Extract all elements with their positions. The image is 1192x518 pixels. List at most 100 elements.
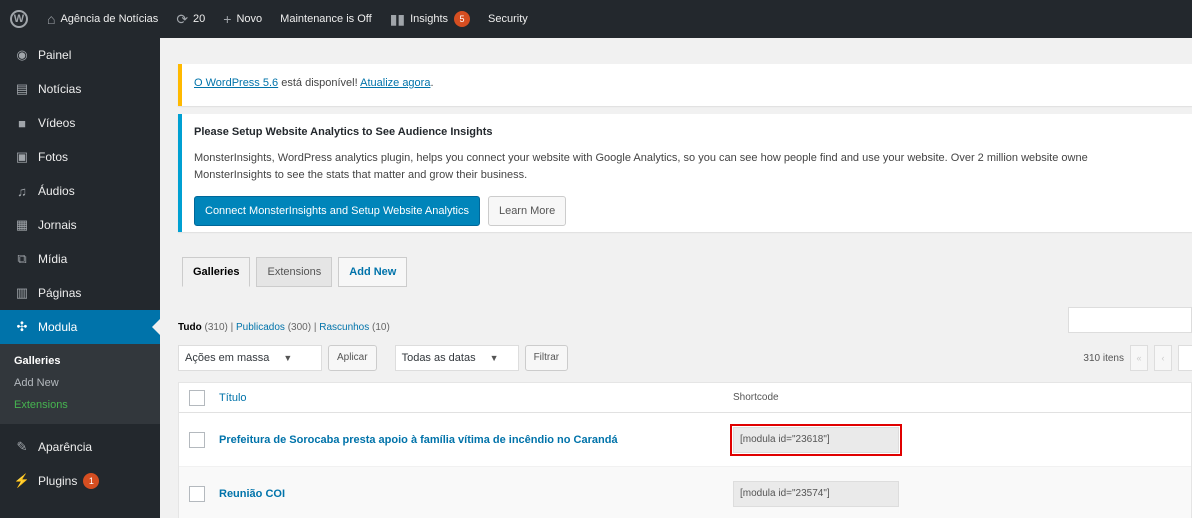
- sidebar-item-label: Áudios: [38, 184, 75, 198]
- add-new-button[interactable]: Add New: [338, 257, 408, 287]
- sidebar-item-aparencia[interactable]: ✎ Aparência: [0, 430, 160, 464]
- site-name-link[interactable]: ⌂ Agência de Notícias: [38, 0, 167, 38]
- insights-badge: 5: [454, 11, 471, 27]
- sidebar-item-label: Fotos: [38, 150, 69, 164]
- table-row: Prefeitura de Sorocaba presta apoio à fa…: [179, 413, 1191, 467]
- row-checkbox[interactable]: [189, 485, 205, 502]
- update-text: está disponível!: [278, 77, 361, 89]
- new-content-link[interactable]: + Novo: [214, 0, 271, 38]
- table-header: Título Shortcode: [179, 383, 1191, 413]
- gallery-title-link[interactable]: Reunião COI: [219, 488, 733, 500]
- insights-link[interactable]: ▮▮ Insights 5: [381, 0, 479, 38]
- security-label: Security: [488, 13, 528, 25]
- tab-galleries[interactable]: Galleries: [182, 257, 251, 287]
- update-now-link[interactable]: Atualize agora: [360, 77, 430, 89]
- analytics-notice-line1: MonsterInsights, WordPress analytics plu…: [194, 152, 1088, 164]
- wordpress-version-link[interactable]: O WordPress 5.6: [194, 77, 278, 89]
- first-page-button[interactable]: «: [1130, 345, 1148, 371]
- table-row: Reunião COI [modula id="23574"]: [179, 467, 1191, 518]
- gallery-title-link[interactable]: Prefeitura de Sorocaba presta apoio à fa…: [219, 434, 733, 446]
- dashboard-icon: ◉: [16, 47, 28, 62]
- current-page-input[interactable]: [1178, 345, 1192, 371]
- filter-all-count: (310): [204, 322, 228, 333]
- plus-icon: +: [223, 11, 232, 27]
- bar-chart-icon: ▮▮: [389, 10, 406, 27]
- admin-bar: W ⌂ Agência de Notícias ⟳ 20 + Novo Main…: [0, 0, 1192, 38]
- chevron-down-icon: ▼: [283, 353, 293, 363]
- analytics-notice-line2: MonsterInsights to see the stats that ma…: [194, 169, 528, 181]
- pages-icon: ▥: [15, 285, 29, 300]
- sidebar-item-label: Jornais: [38, 218, 77, 232]
- date-filter-value: Todas as datas: [401, 352, 476, 364]
- apply-button[interactable]: Aplicar: [328, 345, 377, 371]
- sidebar-item-paginas[interactable]: ▥ Páginas: [0, 276, 160, 310]
- plugins-badge: 1: [83, 473, 100, 489]
- maintenance-label: Maintenance is Off: [280, 13, 372, 25]
- bulk-actions-value: Ações em massa: [185, 352, 270, 364]
- search-input[interactable]: [1068, 307, 1192, 333]
- main-content: O WordPress 5.6 está disponível! Atualiz…: [178, 38, 1192, 518]
- connect-monsterinsights-button[interactable]: Connect MonsterInsights and Setup Websit…: [194, 196, 480, 226]
- filter-button[interactable]: Filtrar: [524, 345, 569, 371]
- wordpress-logo-icon[interactable]: W: [0, 0, 38, 38]
- appearance-icon: ✎: [16, 439, 28, 454]
- shortcode-field[interactable]: [modula id="23618"]: [730, 423, 902, 456]
- posts-icon: ▤: [15, 81, 29, 96]
- analytics-notice-title: Please Setup Website Analytics to See Au…: [194, 126, 493, 138]
- media-icon: ⧉: [17, 251, 27, 266]
- filter-all[interactable]: Tudo: [178, 322, 202, 333]
- prev-page-button[interactable]: ‹: [1154, 345, 1172, 371]
- new-label: Novo: [236, 13, 263, 25]
- sidebar-item-videos[interactable]: ■ Vídeos: [0, 106, 160, 140]
- sidebar-item-label: Páginas: [38, 286, 82, 300]
- table-nav: Ações em massa ▼ Aplicar Todas as datas …: [178, 342, 1192, 374]
- sidebar-item-label: Painel: [38, 48, 72, 62]
- maintenance-link[interactable]: Maintenance is Off: [271, 0, 381, 38]
- submenu-extensions[interactable]: Extensions: [0, 394, 160, 416]
- submenu-galleries[interactable]: Galleries: [0, 350, 160, 372]
- learn-more-button[interactable]: Learn More: [487, 196, 567, 226]
- sidebar-item-label: Notícias: [38, 82, 82, 96]
- plugins-icon: ⚡: [13, 473, 31, 488]
- sidebar-item-label: Modula: [38, 320, 78, 334]
- filter-drafts[interactable]: Rascunhos: [319, 322, 369, 333]
- sidebar-item-fotos[interactable]: ▣ Fotos: [0, 140, 160, 174]
- update-end: .: [430, 77, 434, 89]
- insights-label: Insights: [410, 13, 449, 25]
- row-checkbox[interactable]: [189, 431, 205, 448]
- sidebar-item-painel[interactable]: ◉ Painel: [0, 38, 160, 72]
- sidebar-item-midia[interactable]: ⧉ Mídia: [0, 242, 160, 276]
- sidebar-item-audios[interactable]: ♫ Áudios: [0, 174, 160, 208]
- select-all-checkbox[interactable]: [189, 389, 205, 406]
- security-link[interactable]: Security: [479, 0, 537, 38]
- shortcode-field[interactable]: [modula id="23574"]: [733, 480, 899, 507]
- modula-submenu: Galleries Add New Extensions: [0, 344, 160, 424]
- updates-count: 20: [193, 13, 206, 25]
- items-count: 310 itens: [1083, 352, 1124, 364]
- galleries-table: Título Shortcode Prefeitura de Sorocaba …: [178, 382, 1192, 518]
- sidebar-item-jornais[interactable]: ▦ Jornais: [0, 208, 160, 242]
- column-title-header[interactable]: Título: [219, 392, 733, 404]
- status-filter-links: Tudo (310) | Publicados (300) | Rascunho…: [178, 322, 390, 333]
- date-filter-select[interactable]: Todas as datas ▼: [394, 345, 519, 371]
- filter-published[interactable]: Publicados: [236, 322, 285, 333]
- submenu-add-new[interactable]: Add New: [0, 372, 160, 394]
- refresh-icon: ⟳: [176, 10, 189, 27]
- updates-link[interactable]: ⟳ 20: [167, 0, 214, 38]
- sidebar-item-plugins[interactable]: ⚡ Plugins 1: [0, 464, 160, 498]
- sidebar-item-modula[interactable]: ✣ Modula: [0, 310, 160, 344]
- bulk-actions-select[interactable]: Ações em massa ▼: [178, 345, 322, 371]
- sidebar-item-label: Plugins: [38, 474, 78, 488]
- filter-published-count: (300): [287, 322, 312, 333]
- column-shortcode-header: Shortcode: [733, 392, 779, 403]
- tab-extensions[interactable]: Extensions: [256, 257, 333, 287]
- sidebar-item-label: Mídia: [38, 252, 68, 266]
- audio-icon: ♫: [17, 183, 27, 199]
- home-icon: ⌂: [47, 11, 56, 27]
- sidebar-item-noticias[interactable]: ▤ Notícias: [0, 72, 160, 106]
- image-icon: ▣: [15, 149, 29, 164]
- gallery-tabs: Galleries Extensions Add New: [182, 257, 408, 287]
- update-notice: O WordPress 5.6 está disponível! Atualiz…: [178, 64, 1192, 106]
- pagination: 310 itens « ‹: [1083, 345, 1192, 371]
- filter-drafts-count: (10): [372, 322, 390, 333]
